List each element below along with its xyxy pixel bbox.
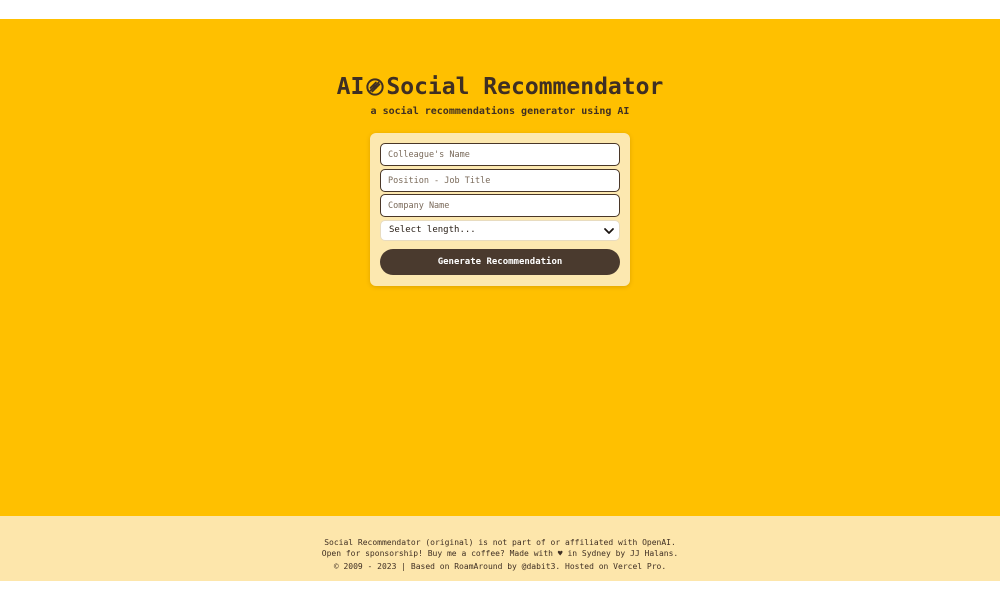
bottom-strip	[0, 581, 1000, 600]
main-area: AI Social Recommendator a social recommen…	[0, 19, 1000, 516]
footer-sponsorship-text: Open for sponsorship! Buy me a coffee? M…	[321, 549, 553, 558]
page-title: AI Social Recommendator	[0, 72, 1000, 102]
length-select[interactable]: Select length...	[380, 220, 620, 241]
rocket-badge-icon	[366, 78, 385, 96]
company-name-input[interactable]	[380, 194, 620, 217]
generate-recommendation-button[interactable]: Generate Recommendation	[380, 249, 620, 275]
footer-copyright: © 2009 - 2023 | Based on RoamAround by @…	[333, 562, 667, 571]
title-main: Social Recommendator	[386, 74, 664, 100]
length-select-value: Select length...	[389, 225, 476, 235]
footer-sponsorship: Open for sponsorship! Buy me a coffee? M…	[0, 548, 1000, 559]
position-input[interactable]	[380, 169, 620, 192]
footer: Social Recommendator (original) is not p…	[0, 516, 1000, 581]
recommendation-form: Select length... Generate Recommendation	[370, 133, 630, 286]
title-prefix: AI	[336, 74, 365, 100]
footer-made-in: in Sydney by JJ Halans.	[567, 549, 679, 558]
chevron-down-icon	[604, 228, 614, 234]
footer-disclaimer: Social Recommendator (original) is not p…	[324, 538, 676, 547]
page-subtitle: a social recommendations generator using…	[370, 106, 630, 117]
heart-icon: ♥	[557, 549, 563, 558]
colleague-name-input[interactable]	[380, 143, 620, 166]
top-strip	[0, 0, 1000, 19]
